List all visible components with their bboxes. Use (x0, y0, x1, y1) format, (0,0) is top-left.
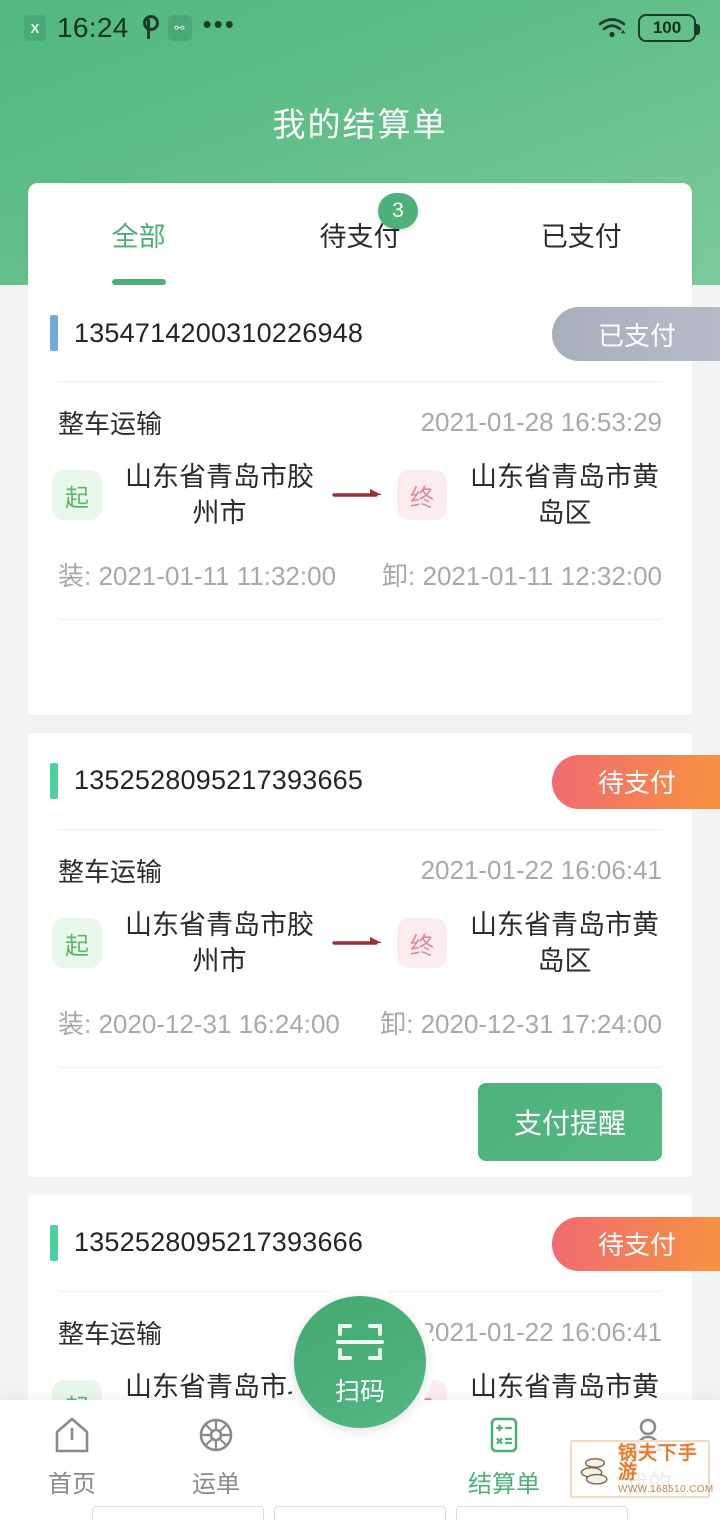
route-origin: 起 山东省青岛市胶州市 (52, 459, 323, 532)
transport-type: 整车运输 (58, 1318, 163, 1349)
time-row: 装: 2020-12-31 16:24:00 卸: 2020-12-31 17:… (28, 980, 692, 1067)
route-origin: 起 山东省青岛市胶州市 (52, 907, 323, 980)
app-root: X 16:24 ⚯ ••• 100 我的结算单 全部 待支付 3 已支付 135… (0, 0, 720, 1520)
more-dots-icon: ••• (202, 8, 236, 39)
destination-pin-icon: 终 (397, 470, 447, 521)
status-badge: 已支付 (552, 307, 720, 361)
gesture-hint-left (92, 1506, 264, 1520)
coins-icon (580, 1458, 608, 1485)
card-footer: 支付提醒 (58, 1066, 662, 1177)
gesture-hint-center (274, 1506, 446, 1520)
status-bar-right: 100 (597, 14, 700, 42)
status-badge: 待支付 (552, 1216, 720, 1271)
status-bar: X 16:24 ⚯ ••• 100 (0, 0, 720, 56)
transport-row: 整车运输 2021-01-22 16:06:41 (28, 830, 692, 899)
accent-bar (50, 762, 58, 799)
sim-card-icon: X (24, 15, 46, 41)
origin-address: 山东省青岛市胶州市 (125, 462, 314, 529)
status-badge: 待支付 (552, 754, 720, 809)
tab-pending[interactable]: 待支付 3 (249, 183, 470, 285)
created-at: 2021-01-28 16:53:29 (420, 407, 662, 437)
calculator-icon (490, 1417, 518, 1453)
watermark-sub: WWW.168510.COM (618, 1483, 714, 1495)
scan-code-fab[interactable]: 扫码 (294, 1296, 426, 1428)
destination-pin-icon: 终 (397, 918, 447, 969)
route-row: 起 山东省青岛市胶州市 终 山东省青岛市黄岛区 (28, 899, 692, 980)
battery-indicator: 100 (638, 14, 700, 42)
transport-type: 整车运输 (58, 409, 163, 439)
status-bar-clock: 16:24 (57, 12, 129, 43)
watermark: 锅夫下手游 WWW.168510.COM (570, 1440, 713, 1498)
tab-all-label: 全部 (111, 221, 166, 252)
order-number: 1354714200310226948 (74, 317, 364, 348)
route-arrow-icon (323, 486, 397, 504)
card-footer (58, 618, 662, 715)
sidebar-item-waybill[interactable]: 运单 (144, 1400, 288, 1499)
transport-row: 整车运输 2021-01-28 16:53:29 (28, 382, 692, 451)
card-header: 1352528095217393666 待支付 (28, 1195, 720, 1291)
order-number: 1352528095217393665 (74, 765, 364, 796)
route-destination: 终 山东省青岛市黄岛区 (397, 907, 668, 980)
tab-paid-label: 已支付 (540, 221, 622, 252)
card-header: 1354714200310226948 已支付 (28, 285, 720, 381)
scan-code-label: 扫码 (334, 1378, 385, 1406)
accent-bar (50, 315, 58, 351)
usb-icon (140, 15, 160, 41)
sidebar-item-home[interactable]: 首页 (0, 1400, 144, 1499)
battery-level-text: 100 (652, 18, 682, 37)
transport-type: 整车运输 (58, 856, 163, 887)
route-row: 起 山东省青岛市胶州市 终 山东省青岛市黄岛区 (28, 451, 692, 532)
adb-icon: ⚯ (167, 15, 192, 41)
unload-time: 卸: 2020-12-31 17:24:00 (380, 1008, 662, 1039)
sidebar-item-home-label: 首页 (48, 1471, 96, 1498)
route-arrow-icon (323, 934, 397, 952)
wifi-icon (597, 16, 627, 40)
card-header: 1352528095217393665 待支付 (28, 733, 720, 829)
created-at: 2021-01-22 16:06:41 (420, 1316, 662, 1347)
wheel-icon (199, 1418, 233, 1452)
sidebar-item-settlement[interactable]: 结算单 (432, 1400, 576, 1499)
payment-reminder-button[interactable]: 支付提醒 (477, 1083, 662, 1162)
destination-address: 山东省青岛市黄岛区 (470, 462, 659, 529)
list-item[interactable]: 1352528095217393665 待支付 整车运输 2021-01-22 … (28, 732, 720, 1177)
scan-code-icon (336, 1324, 384, 1360)
list-item[interactable]: 1354714200310226948 已支付 整车运输 2021-01-28 … (28, 285, 720, 715)
load-time: 装: 2020-12-31 16:24:00 (58, 1008, 340, 1039)
tab-paid[interactable]: 已支付 (471, 183, 692, 285)
route-destination: 终 山东省青岛市黄岛区 (397, 459, 668, 532)
status-bar-left: X 16:24 ⚯ ••• (24, 8, 236, 44)
gesture-hint-right (456, 1506, 628, 1520)
tab-pending-badge: 3 (377, 193, 418, 229)
origin-address: 山东省青岛市胶州市 (125, 909, 314, 977)
accent-bar (50, 1224, 58, 1261)
destination-address: 山东省青岛市黄岛区 (470, 909, 659, 977)
tab-all[interactable]: 全部 (28, 183, 249, 285)
sidebar-item-settlement-label: 结算单 (468, 1471, 540, 1498)
watermark-text: 锅夫下手游 WWW.168510.COM (618, 1444, 714, 1495)
created-at: 2021-01-22 16:06:41 (420, 854, 662, 885)
origin-pin-icon: 起 (52, 470, 102, 521)
time-row: 装: 2021-01-11 11:32:00 卸: 2021-01-11 12:… (28, 532, 692, 619)
sidebar-item-waybill-label: 运单 (192, 1471, 240, 1498)
order-number: 1352528095217393666 (74, 1227, 364, 1258)
watermark-main: 锅夫下手游 (618, 1442, 699, 1483)
home-icon (55, 1417, 89, 1453)
page-title: 我的结算单 (272, 106, 448, 143)
load-time: 装: 2021-01-11 11:32:00 (58, 560, 337, 591)
tab-bar: 全部 待支付 3 已支付 (28, 183, 692, 285)
unload-time: 卸: 2021-01-11 12:32:00 (382, 560, 662, 591)
origin-pin-icon: 起 (52, 918, 102, 969)
system-gesture-bar (0, 1502, 720, 1520)
